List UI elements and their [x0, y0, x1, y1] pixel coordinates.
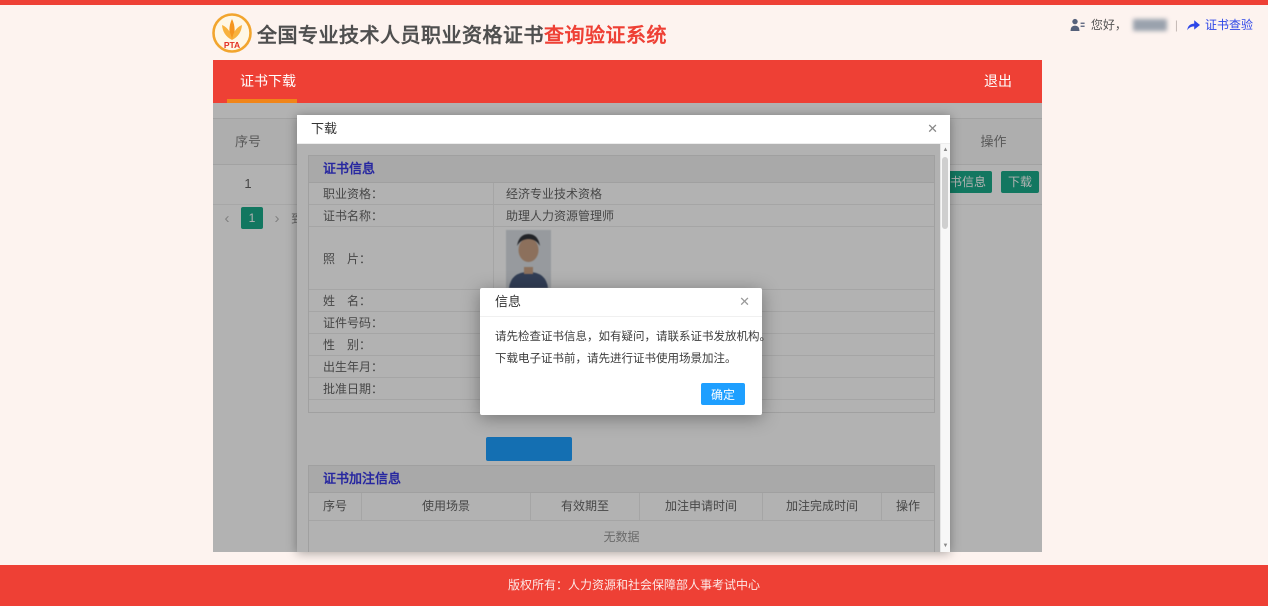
- info-dialog-header[interactable]: 信息 ✕: [480, 288, 762, 317]
- download-modal-close-icon[interactable]: ✕: [927, 115, 938, 143]
- modal-scrollbar[interactable]: ▲ ▼: [940, 144, 950, 552]
- info-dialog-line1: 请先检查证书信息，如有疑问，请联系证书发放机构。: [495, 330, 750, 344]
- share-arrow-icon: [1186, 18, 1201, 31]
- info-dialog-title: 信息: [495, 288, 521, 316]
- page-title-accent: 查询验证系统: [544, 25, 667, 47]
- scrollbar-down-icon[interactable]: ▼: [941, 543, 950, 549]
- userbar-divider: |: [1173, 18, 1180, 32]
- svg-text:PTA: PTA: [224, 40, 240, 50]
- page-title: 全国专业技术人员职业资格证书查询验证系统: [257, 19, 667, 48]
- cert-check-label: 证书查验: [1205, 16, 1253, 33]
- download-modal-title: 下载: [311, 115, 337, 143]
- cert-check-link[interactable]: 证书查验: [1186, 16, 1253, 33]
- username-blurred: [1133, 19, 1167, 31]
- greeting-text: 您好，: [1091, 16, 1127, 33]
- top-accent-bar: [0, 0, 1268, 5]
- user-bar: 您好， | 证书查验: [1070, 16, 1253, 33]
- info-dialog: 信息 ✕ 请先检查证书信息，如有疑问，请联系证书发放机构。 下载电子证书前，请先…: [480, 288, 762, 415]
- download-modal-header[interactable]: 下载 ✕: [297, 115, 950, 144]
- info-dialog-close-icon[interactable]: ✕: [739, 288, 750, 316]
- brand-header: PTA 全国专业技术人员职业资格证书查询验证系统: [212, 12, 667, 54]
- logout-button[interactable]: 退出: [984, 60, 1012, 103]
- copyright-text: 版权所有：人力资源和社会保障部人事考试中心: [508, 578, 760, 592]
- scrollbar-thumb[interactable]: [942, 157, 948, 229]
- user-icon: [1070, 18, 1085, 32]
- main-nav: 证书下载 退出: [213, 60, 1042, 103]
- footer: 版权所有：人力资源和社会保障部人事考试中心: [0, 565, 1268, 606]
- confirm-button[interactable]: 确定: [701, 383, 745, 405]
- info-dialog-line2: 下载电子证书前，请先进行证书使用场景加注。: [495, 352, 750, 366]
- pta-logo-icon: PTA: [212, 13, 252, 53]
- tab-cert-download[interactable]: 证书下载: [240, 60, 296, 103]
- page-title-main: 全国专业技术人员职业资格证书: [257, 25, 544, 47]
- scrollbar-up-icon[interactable]: ▲: [941, 147, 950, 153]
